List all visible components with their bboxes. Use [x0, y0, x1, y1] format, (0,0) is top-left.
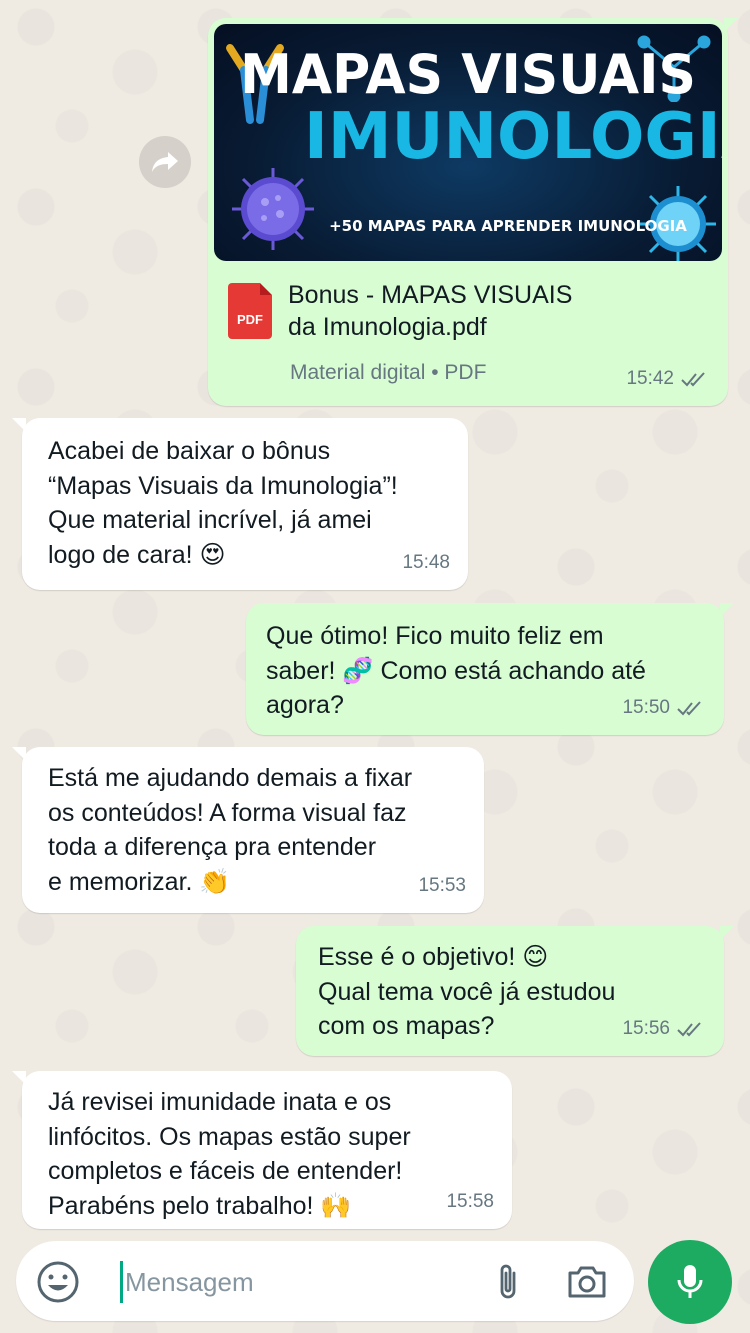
message-time: 15:48 [402, 551, 450, 573]
message-text: Já revisei imunidade inata e os linfócit… [48, 1088, 411, 1220]
emoji-icon[interactable] [36, 1260, 80, 1304]
message-meta: 15:58 [446, 1185, 494, 1220]
message-text: Acabei de baixar o bônus “Mapas Visuais … [48, 437, 398, 569]
document-file-name: Bonus - MAPAS VISUAIS da Imunologia.pdf [288, 281, 573, 341]
outgoing-message[interactable]: Que ótimo! Fico muito feliz em saber! 🧬 … [246, 603, 734, 735]
message-meta: 15:53 [418, 869, 466, 904]
mic-icon [677, 1265, 703, 1298]
message-time: 15:53 [418, 874, 466, 896]
document-preview-image[interactable]: MAPAS VISUAIS IMUNOLOGIA +50 MAPAS PARA … [214, 24, 722, 261]
incoming-message[interactable]: Está me ajudando demais a fixar os conte… [12, 747, 484, 913]
double-check-icon [677, 701, 701, 716]
document-message[interactable]: MAPAS VISUAIS IMUNOLOGIA +50 MAPAS PARA … [208, 18, 738, 406]
double-check-icon [681, 372, 705, 387]
message-time: 15:58 [446, 1190, 494, 1212]
chat-area[interactable]: MAPAS VISUAIS IMUNOLOGIA +50 MAPAS PARA … [0, 0, 750, 1240]
banner-title: MAPAS VISUAIS [240, 43, 696, 107]
incoming-message[interactable]: Já revisei imunidade inata e os linfócit… [12, 1071, 512, 1229]
message-time: 15:56 [622, 1017, 670, 1039]
message-text: Está me ajudando demais a fixar os conte… [48, 764, 413, 896]
camera-icon[interactable] [566, 1263, 608, 1301]
message-composer [16, 1241, 634, 1321]
double-check-icon [677, 1022, 701, 1037]
paperclip-icon[interactable] [494, 1261, 522, 1303]
mic-button[interactable] [648, 1240, 732, 1324]
outgoing-message[interactable]: Esse é o objetivo! 😊 Qual tema você já e… [296, 926, 734, 1056]
message-time: 15:50 [622, 696, 670, 718]
message-meta: 15:48 [402, 546, 450, 581]
message-meta: 15:42 [626, 362, 710, 397]
message-input[interactable] [120, 1261, 480, 1303]
document-file-row[interactable]: PDF Bonus - MAPAS VISUAIS da Imunologia.… [214, 261, 722, 361]
forward-icon [152, 152, 178, 172]
message-meta: 15:56 [622, 1012, 706, 1047]
pdf-icon-label: PDF [237, 312, 263, 327]
banner-subtitle: +50 MAPAS PARA APRENDER IMUNOLOGIA [329, 217, 687, 235]
incoming-message[interactable]: Acabei de baixar o bônus “Mapas Visuais … [12, 418, 468, 590]
document-file-info: Material digital • PDF [290, 361, 487, 384]
pdf-file-icon: PDF [228, 283, 272, 339]
banner-subject: IMUNOLOGIA [304, 100, 722, 174]
forward-button[interactable] [139, 136, 191, 188]
message-meta: 15:50 [622, 691, 706, 726]
message-time: 15:42 [626, 367, 674, 389]
